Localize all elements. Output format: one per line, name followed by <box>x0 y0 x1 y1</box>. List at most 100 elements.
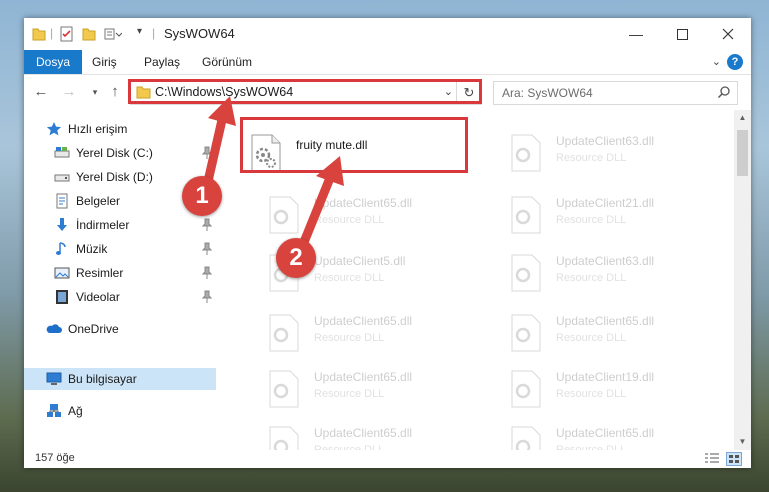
forward-button[interactable]: → <box>60 82 78 102</box>
scroll-down-button[interactable]: ▼ <box>734 434 751 450</box>
sidebar-item-local-disk-c[interactable]: Yerel Disk (C:) <box>24 142 216 164</box>
file-type: Resource DLL <box>314 272 385 284</box>
sidebar-item-videos[interactable]: Videolar <box>24 286 216 308</box>
maximize-icon <box>676 28 688 40</box>
pin-icon[interactable] <box>202 266 212 280</box>
file-type: Resource DLL <box>314 332 385 344</box>
file-item[interactable]: UpdateClient63.dll Resource DLL <box>500 248 730 296</box>
tab-file[interactable]: Dosya <box>24 50 83 74</box>
pictures-icon <box>54 267 70 279</box>
network-icon <box>47 404 61 417</box>
file-name: UpdateClient65.dll <box>314 314 413 328</box>
quick-access-dropdown-icon[interactable]: ▾ <box>137 26 142 37</box>
status-bar: 157 öğe <box>24 450 751 468</box>
large-icons-view-icon[interactable] <box>726 452 742 466</box>
file-type: Resource DLL <box>556 152 627 164</box>
sidebar-item-label: Ağ <box>68 404 83 418</box>
details-view-icon[interactable] <box>704 452 720 466</box>
file-item[interactable]: UpdateClient65.dll Resource DLL <box>500 420 730 450</box>
expand-ribbon-icon[interactable]: ⌄ <box>712 55 721 68</box>
scroll-up-button[interactable]: ▲ <box>734 110 751 126</box>
new-folder-icon[interactable] <box>82 26 96 42</box>
drive-icon <box>54 147 70 158</box>
file-type: Resource DLL <box>314 388 385 400</box>
file-name: UpdateClient65.dll <box>314 370 413 384</box>
sidebar-item-label: Bu bilgisayar <box>68 372 137 386</box>
file-item[interactable]: UpdateClient65.dll Resource DLL <box>258 420 488 450</box>
file-type: Resource DLL <box>556 332 627 344</box>
file-type: Resource DLL <box>556 272 627 284</box>
file-name: UpdateClient19.dll <box>556 370 655 384</box>
dll-file-icon <box>511 426 541 450</box>
up-button[interactable]: ↑ <box>106 82 124 102</box>
file-item[interactable]: UpdateClient21.dll Resource DLL <box>500 190 730 238</box>
file-name: UpdateClient63.dll <box>556 254 655 268</box>
help-button[interactable]: ? <box>727 54 743 70</box>
file-item[interactable]: UpdateClient19.dll Resource DLL <box>500 364 730 412</box>
scroll-thumb[interactable] <box>737 130 748 176</box>
sidebar-item-label: Resimler <box>76 266 124 280</box>
back-button[interactable]: ← <box>32 82 50 102</box>
minimize-button[interactable]: — <box>613 18 659 50</box>
sidebar-item-label: Hızlı erişim <box>68 122 128 136</box>
computer-icon <box>46 372 62 385</box>
star-icon <box>46 122 62 136</box>
documents-icon <box>56 193 68 209</box>
dll-file-icon <box>269 196 299 234</box>
tab-home[interactable]: Giriş <box>80 50 129 74</box>
close-icon <box>722 28 734 40</box>
file-item[interactable]: UpdateClient65.dll Resource DLL <box>258 190 488 238</box>
file-highlight <box>240 117 468 173</box>
sidebar-item-quick-access[interactable]: Hızlı erişim <box>24 118 216 140</box>
explorer-window: | ▾ | SysWOW64 — Dosya Giriş Paylaş Görü… <box>24 18 751 468</box>
search-icon[interactable] <box>717 85 731 99</box>
recent-locations-button[interactable]: ▾ <box>86 82 104 102</box>
sidebar-item-onedrive[interactable]: OneDrive <box>24 318 216 340</box>
file-name: UpdateClient65.dll <box>556 314 655 328</box>
cloud-icon <box>46 324 62 333</box>
sidebar-item-pictures[interactable]: Resimler <box>24 262 216 284</box>
file-name: UpdateClient65.dll <box>556 426 655 440</box>
search-box[interactable]: Ara: SysWOW64 <box>493 81 738 105</box>
file-name: UpdateClient65.dll <box>314 196 413 210</box>
tab-share[interactable]: Paylaş <box>132 50 192 74</box>
file-item[interactable]: UpdateClient65.dll Resource DLL <box>258 364 488 412</box>
dll-file-icon <box>511 370 541 408</box>
close-button[interactable] <box>705 18 751 50</box>
sidebar-item-label: Yerel Disk (C:) <box>76 146 153 160</box>
step-badge-1: 1 <box>182 176 222 216</box>
properties-icon[interactable] <box>60 26 74 42</box>
video-icon <box>56 290 68 304</box>
sidebar-item-network[interactable]: Ağ <box>24 400 216 422</box>
sidebar-item-label: OneDrive <box>68 322 119 336</box>
pin-icon[interactable] <box>202 242 212 256</box>
drive-icon <box>54 174 70 182</box>
sidebar-item-label: Belgeler <box>76 194 121 208</box>
search-input[interactable]: Ara: SysWOW64 <box>502 86 593 100</box>
dll-file-icon <box>269 370 299 408</box>
file-item[interactable]: UpdateClient65.dll Resource DLL <box>258 308 488 356</box>
pin-icon[interactable] <box>202 146 212 160</box>
ribbon-tabs: Dosya Giriş Paylaş Görünüm ⌄ ? <box>24 50 751 75</box>
vertical-scrollbar[interactable]: ▲ ▼ <box>734 110 751 450</box>
tab-view[interactable]: Görünüm <box>190 50 264 74</box>
file-type: Resource DLL <box>556 388 627 400</box>
sidebar-item-label: Yerel Disk (D:) <box>76 170 153 184</box>
sidebar-item-music[interactable]: Müzik <box>24 238 216 260</box>
sidebar-item-downloads[interactable]: İndirmeler <box>24 214 216 236</box>
window-title: SysWOW64 <box>164 26 235 41</box>
file-item[interactable]: UpdateClient63.dll Resource DLL <box>500 128 730 176</box>
address-bar-highlight <box>128 79 482 104</box>
file-item[interactable]: UpdateClient65.dll Resource DLL <box>500 308 730 356</box>
pin-icon[interactable] <box>202 218 212 232</box>
pin-icon[interactable] <box>202 290 212 304</box>
maximize-button[interactable] <box>659 18 705 50</box>
file-type: Resource DLL <box>556 214 627 226</box>
item-count: 157 öğe <box>35 452 75 464</box>
customize-toolbar-icon[interactable] <box>104 26 122 42</box>
dll-file-icon <box>511 196 541 234</box>
sidebar-item-label: Videolar <box>76 290 120 304</box>
folder-icon[interactable] <box>32 26 46 42</box>
sidebar-item-this-pc[interactable]: Bu bilgisayar <box>24 368 216 390</box>
dll-file-icon <box>269 426 299 450</box>
